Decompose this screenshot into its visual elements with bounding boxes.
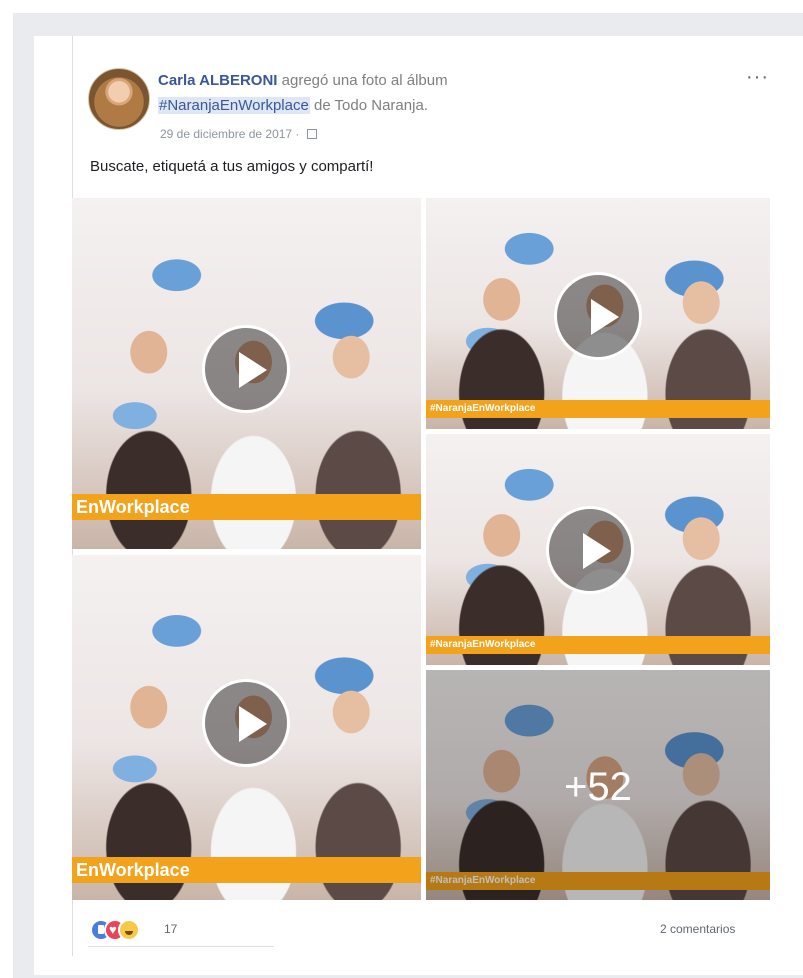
play-icon[interactable] (546, 506, 634, 594)
video-tile-more[interactable]: #NaranjaEnWorkplace +52 (426, 670, 770, 900)
play-icon[interactable] (554, 272, 642, 360)
more-options-button[interactable]: ··· (746, 67, 769, 87)
author-name-link[interactable]: Carla ALBERONI (158, 72, 277, 89)
video-tile[interactable]: #NaranjaEnWorkplace (426, 198, 770, 429)
hashtag-banner: #NaranjaEnWorkplace (426, 636, 770, 654)
hashtag-banner: EnWorkplace (72, 494, 421, 520)
reaction-count[interactable]: 17 (164, 922, 177, 936)
comments-count-link[interactable]: 2 comentarios (660, 922, 735, 936)
post-date-link[interactable]: 29 de diciembre de 2017 · (160, 127, 303, 141)
post-timestamp: 29 de diciembre de 2017 · (160, 127, 317, 141)
post-header-line1: Carla ALBERONI agregó una foto al álbum (158, 72, 448, 89)
video-tile[interactable]: EnWorkplace (72, 198, 421, 549)
more-count-label[interactable]: +52 (426, 765, 770, 810)
hashtag-banner: EnWorkplace (72, 857, 421, 883)
play-icon[interactable] (202, 679, 290, 767)
footer-divider (88, 946, 274, 947)
haha-icon (118, 919, 140, 941)
author-avatar[interactable] (88, 68, 150, 130)
video-tile[interactable]: EnWorkplace (72, 555, 421, 900)
play-icon[interactable] (202, 325, 290, 413)
action-text: agregó una foto al álbum (277, 72, 448, 89)
hashtag-banner: #NaranjaEnWorkplace (426, 400, 770, 418)
post-text: Buscate, etiquetá a tus amigos y compart… (90, 158, 374, 175)
privacy-icon[interactable] (306, 129, 317, 139)
post-header-line2: #NaranjaEnWorkplace de Todo Naranja. (158, 97, 428, 114)
video-tile[interactable]: #NaranjaEnWorkplace (426, 434, 770, 665)
album-link[interactable]: #NaranjaEnWorkplace (158, 97, 310, 114)
album-suffix: de Todo Naranja. (309, 97, 428, 114)
